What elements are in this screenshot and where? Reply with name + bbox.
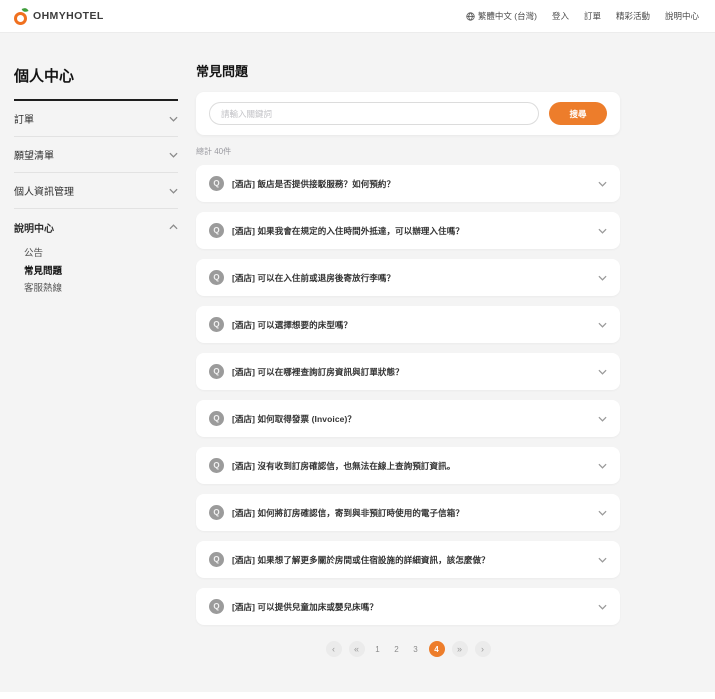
question-icon: Q	[209, 176, 224, 191]
nav-orders[interactable]: 訂單	[584, 10, 601, 22]
sidebar-item-label: 訂單	[14, 115, 34, 126]
faq-question: [酒店] 沒有收到訂房確認信，也無法在線上查詢預訂資訊。	[232, 460, 456, 471]
nav-language-selector[interactable]: 繁體中文 (台灣)	[466, 10, 537, 22]
faq-question: [酒店] 如何取得發票 (Invoice)？	[232, 413, 357, 424]
chevron-down-icon	[598, 181, 607, 187]
top-nav: 繁體中文 (台灣) 登入 訂單 精彩活動 說明中心	[466, 10, 699, 22]
search-button[interactable]: 搜尋	[549, 102, 607, 125]
next-page-button[interactable]: ›	[474, 641, 491, 657]
page-number-3[interactable]: 3	[410, 645, 422, 654]
previous-page-button[interactable]: ‹	[325, 641, 342, 657]
chevron-down-icon	[598, 275, 607, 281]
sidebar-item-help-center[interactable]: 說明中心	[14, 209, 178, 245]
nav-events[interactable]: 精彩活動	[616, 10, 650, 22]
question-icon: Q	[209, 223, 224, 238]
question-icon: Q	[209, 458, 224, 473]
header: OHMYHOTEL 繁體中文 (台灣) 登入 訂單 精彩活動 說明中心	[0, 0, 715, 33]
chevron-down-icon	[169, 188, 178, 194]
nav-help-center[interactable]: 說明中心	[665, 10, 699, 22]
chevron-down-icon	[598, 463, 607, 469]
sidebar-item-label: 說明中心	[14, 223, 54, 235]
search-input[interactable]	[209, 102, 539, 125]
chevron-down-icon	[598, 228, 607, 234]
faq-item[interactable]: Q [酒店] 可以提供兒童加床或嬰兒床嗎？	[196, 588, 620, 625]
faq-item[interactable]: Q [酒店] 如果想了解更多關於房間或住宿設施的詳細資訊，該怎麼做？	[196, 541, 620, 578]
question-icon: Q	[209, 505, 224, 520]
page-number-2[interactable]: 2	[391, 645, 403, 654]
globe-icon	[466, 11, 475, 21]
sidebar-submenu: 公告 常見問題 客服熱線	[14, 245, 178, 304]
faq-question: [酒店] 可以選擇想要的床型嗎？	[232, 319, 353, 330]
sidebar: 個人中心 訂單 願望清單 個人資訊管理 說明中心 公告 常見問題 客服熱線	[14, 33, 178, 692]
faq-item[interactable]: Q [酒店] 可以在哪裡查詢訂房資訊與訂單狀態？	[196, 353, 620, 390]
faq-question: [酒店] 如何將訂房確認信，寄到與非預訂時使用的電子信箱？	[232, 507, 464, 518]
nav-login[interactable]: 登入	[552, 10, 569, 22]
sidebar-subitem-service-hotline[interactable]: 客服熱線	[24, 280, 178, 298]
sidebar-subitem-announcements[interactable]: 公告	[24, 245, 178, 263]
page-number-4-current[interactable]: 4	[428, 641, 445, 657]
question-icon: Q	[209, 552, 224, 567]
chevron-down-icon	[169, 152, 178, 158]
question-icon: Q	[209, 364, 224, 379]
sidebar-subitem-faq[interactable]: 常見問題	[24, 263, 178, 281]
chevron-down-icon	[598, 322, 607, 328]
jump-forward-button[interactable]: »	[451, 641, 468, 657]
logo[interactable]: OHMYHOTEL	[14, 6, 104, 25]
faq-question: [酒店] 可以提供兒童加床或嬰兒床嗎？	[232, 601, 378, 612]
chevron-down-icon	[598, 416, 607, 422]
total-count-label: 總計 40件	[196, 147, 232, 156]
faq-item[interactable]: Q [酒店] 如何將訂房確認信，寄到與非預訂時使用的電子信箱？	[196, 494, 620, 531]
sidebar-item-label: 個人資訊管理	[14, 187, 74, 198]
content-area: 個人中心 訂單 願望清單 個人資訊管理 說明中心 公告 常見問題 客服熱線 常見…	[0, 33, 715, 692]
sidebar-item-orders[interactable]: 訂單	[14, 101, 178, 137]
nav-language-label: 繁體中文 (台灣)	[477, 11, 537, 21]
faq-item[interactable]: Q [酒店] 如何取得發票 (Invoice)？	[196, 400, 620, 437]
pagination: ‹ « 1 2 3 4 » ›	[196, 641, 620, 657]
page-number-1[interactable]: 1	[372, 645, 384, 654]
question-icon: Q	[209, 270, 224, 285]
faq-question: [酒店] 如果想了解更多關於房間或住宿設施的詳細資訊，該怎麼做？	[232, 554, 490, 565]
faq-item[interactable]: Q [酒店] 可以在入住前或退房後寄放行李嗎？	[196, 259, 620, 296]
faq-question: [酒店] 可以在哪裡查詢訂房資訊與訂單狀態？	[232, 366, 404, 377]
chevron-down-icon	[169, 116, 178, 122]
footer-strip	[0, 692, 715, 699]
chevron-down-icon	[598, 557, 607, 563]
question-icon: Q	[209, 411, 224, 426]
sidebar-item-wishlist[interactable]: 願望清單	[14, 137, 178, 173]
faq-question: [酒店] 如果我會在規定的入住時間外抵達，可以辦理入住嗎？	[232, 225, 464, 236]
faq-item[interactable]: Q [酒店] 飯店是否提供接駁服務？如何預約？	[196, 165, 620, 202]
faq-item[interactable]: Q [酒店] 可以選擇想要的床型嗎？	[196, 306, 620, 343]
faq-question: [酒店] 可以在入住前或退房後寄放行李嗎？	[232, 272, 396, 283]
jump-back-button[interactable]: «	[348, 641, 365, 657]
question-icon: Q	[209, 317, 224, 332]
sidebar-title: 個人中心	[14, 65, 178, 101]
chevron-down-icon	[598, 604, 607, 610]
faq-question: [酒店] 飯店是否提供接駁服務？如何預約？	[232, 178, 396, 189]
sidebar-item-personal-info[interactable]: 個人資訊管理	[14, 173, 178, 209]
sidebar-item-label: 願望清單	[14, 151, 54, 162]
faq-item[interactable]: Q [酒店] 如果我會在規定的入住時間外抵達，可以辦理入住嗎？	[196, 212, 620, 249]
page-title: 常見問題	[196, 64, 249, 79]
orange-logo-icon	[14, 6, 29, 25]
chevron-down-icon	[598, 369, 607, 375]
question-icon: Q	[209, 599, 224, 614]
faq-item[interactable]: Q [酒店] 沒有收到訂房確認信，也無法在線上查詢預訂資訊。	[196, 447, 620, 484]
chevron-up-icon	[169, 224, 178, 230]
main-panel: 常見問題 搜尋 總計 40件 Q [酒店] 飯店是否提供接駁服務？如何預約？ Q…	[196, 33, 620, 692]
search-card: 搜尋	[196, 92, 620, 135]
chevron-down-icon	[598, 510, 607, 516]
logo-text: OHMYHOTEL	[33, 10, 104, 22]
